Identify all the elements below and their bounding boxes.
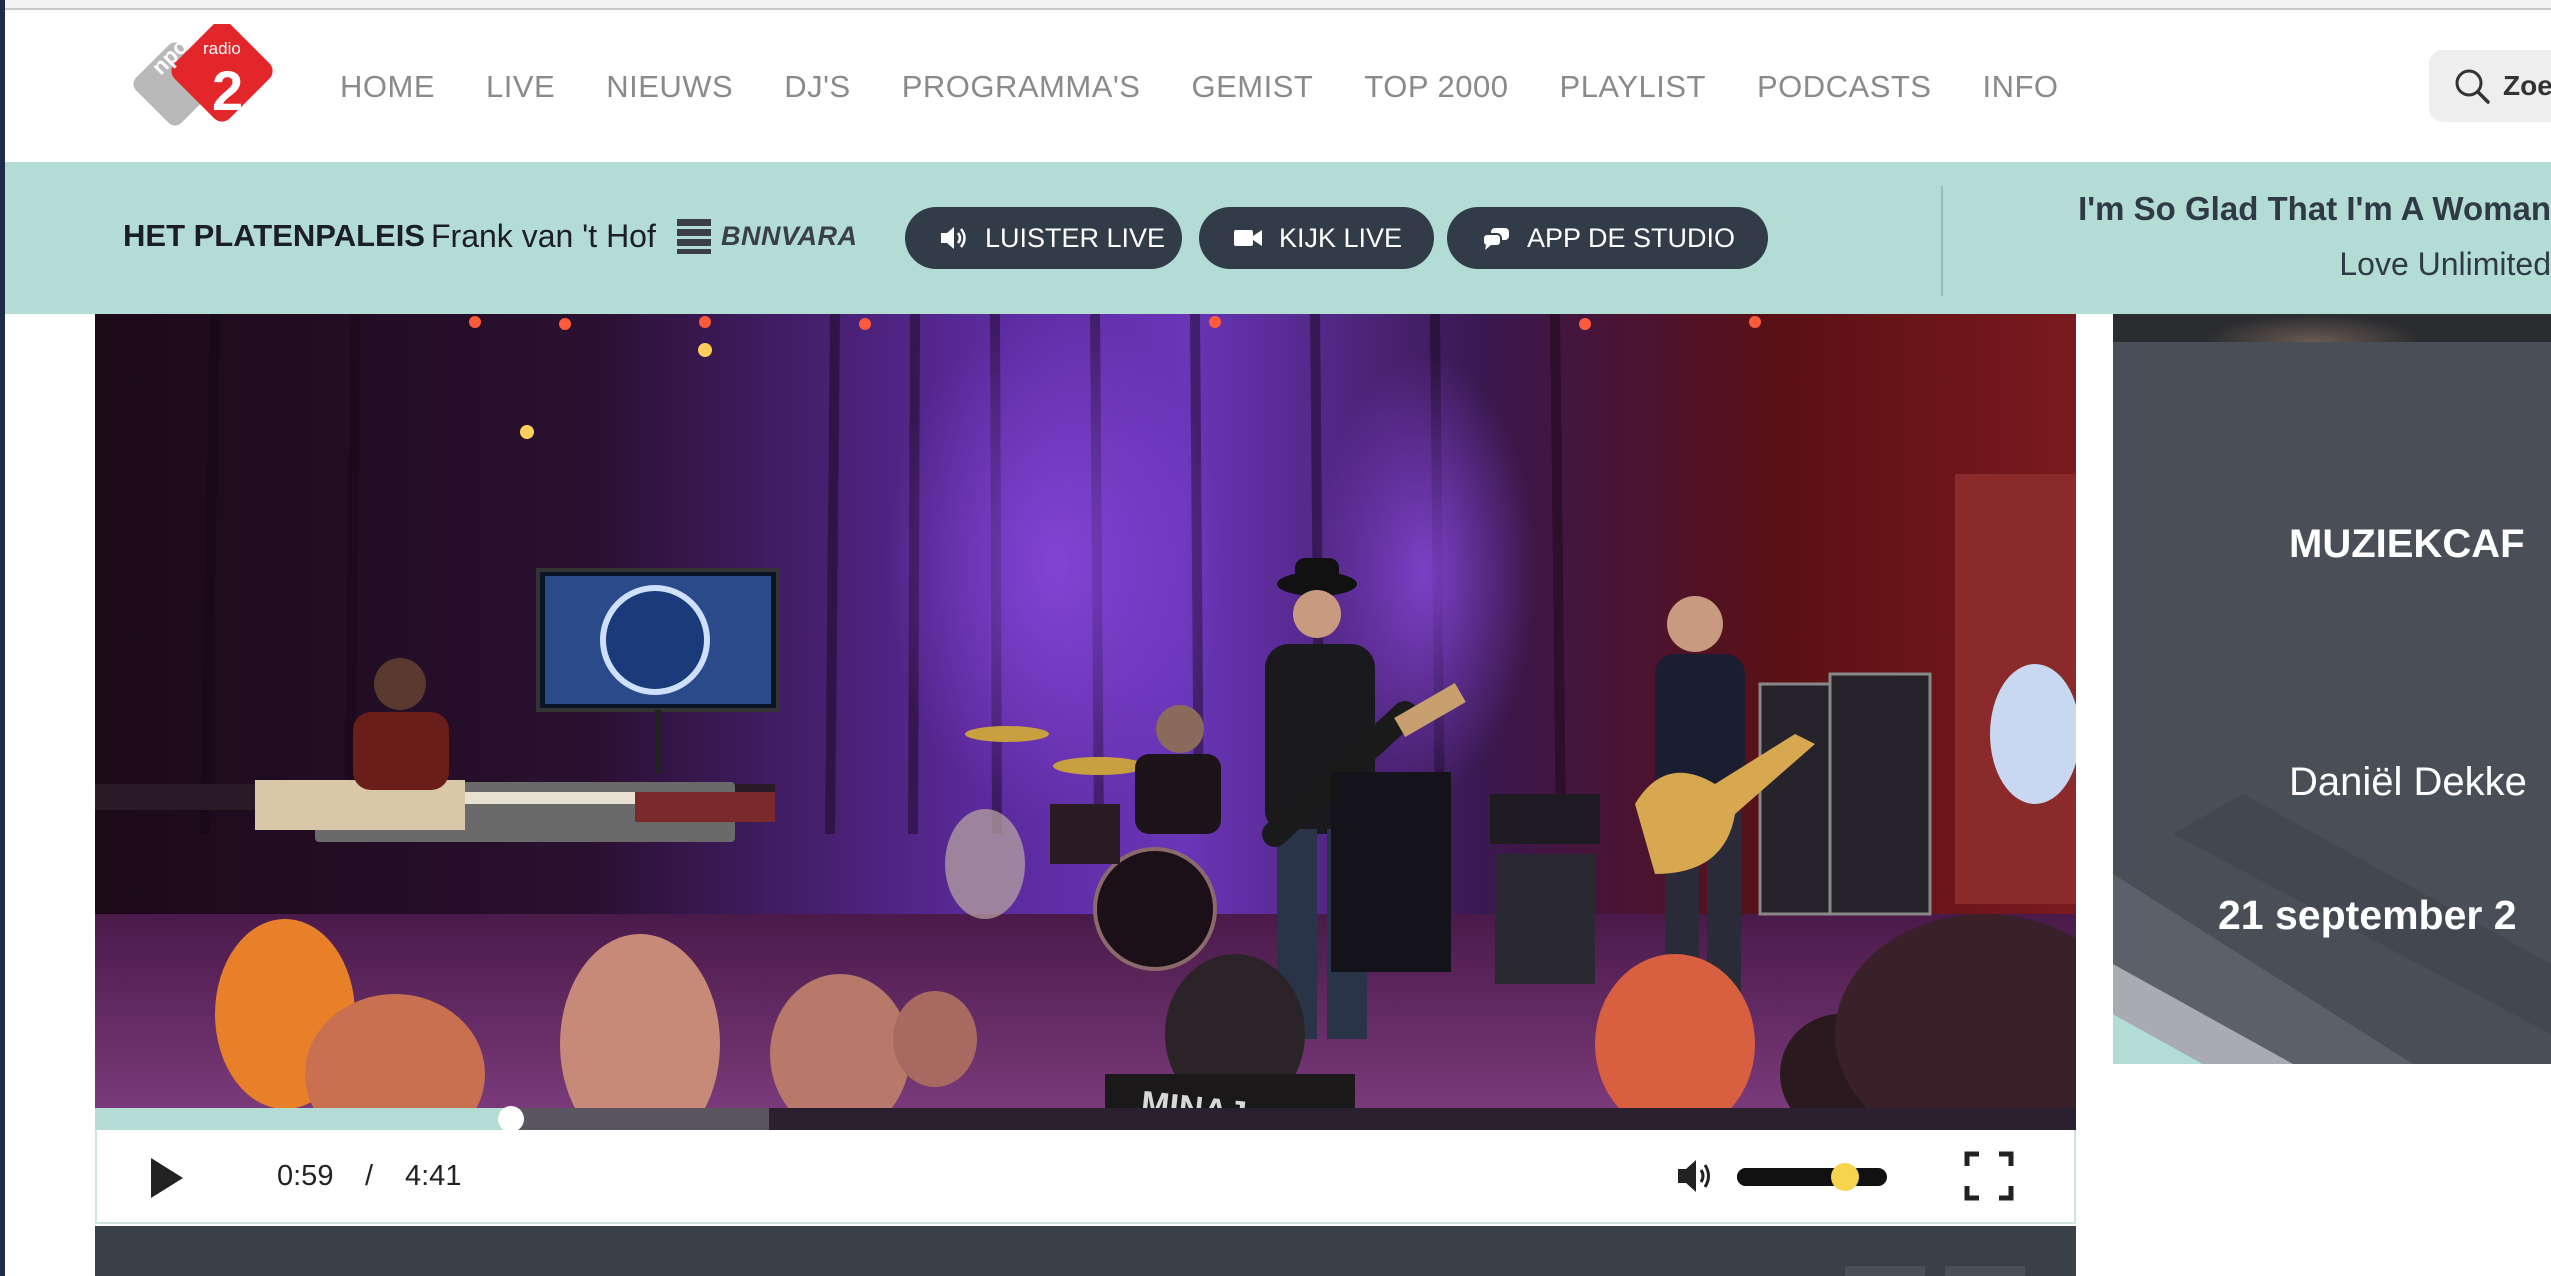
window-top-edge [0,0,2551,10]
nav-item-playlist[interactable]: PLAYLIST [1560,69,1706,105]
bar-divider [1941,186,1943,296]
volume-level [1737,1168,1845,1186]
fullscreen-button[interactable] [1963,1150,2015,1202]
nav-item-top2000[interactable]: TOP 2000 [1364,69,1508,105]
video-camera-icon [1234,230,1262,246]
listen-live-button[interactable]: LUISTER LIVE [905,207,1182,269]
video-frame[interactable]: MINAJ [95,314,2076,1108]
broadcaster-name: BNNVARA [721,220,858,251]
player-footer-strip [95,1226,2076,1276]
nav-item-gemist[interactable]: GEMIST [1191,69,1313,105]
volume-slider[interactable] [1737,1163,1887,1191]
progress-scrubber-handle[interactable] [498,1106,524,1132]
play-button[interactable] [145,1154,189,1202]
mute-button[interactable] [1674,1154,1718,1198]
speaker-icon [941,227,966,249]
promo-date: 21 september 2 [2218,892,2517,938]
progress-played [95,1108,511,1130]
fullscreen-icon [1964,1151,2014,1201]
video-progress-bar[interactable] [95,1106,2076,1132]
footer-strip-tab [1845,1266,1925,1276]
time-separator: / [365,1160,374,1192]
current-track-artist[interactable]: Love Unlimited [2339,246,2551,283]
nav-item-programmas[interactable]: PROGRAMMA'S [902,69,1141,105]
promo-stripes-graphic [2113,794,2551,1064]
footer-strip-tab [1945,1266,2025,1276]
chat-bubbles-icon [1482,228,1509,250]
logo-number: 2 [212,59,243,122]
nav-item-nieuws[interactable]: NIEUWS [606,69,733,105]
npo-radio2-logo[interactable]: npo radio 2 [125,20,290,144]
play-icon [151,1158,183,1198]
now-playing-bar: HET PLATENPALEIS Frank van 't Hof BNNVAR… [5,162,2551,314]
logo-radio-text: radio [203,39,241,58]
broadcaster-logo: BNNVARA [675,216,858,256]
watch-live-button[interactable]: KIJK LIVE [1199,207,1434,269]
bnnvara-stripes-icon [677,219,711,254]
app-studio-label: APP DE STUDIO [1527,222,1736,253]
concert-video-still: MINAJ [95,314,2076,1108]
search-label: Zoek [2503,70,2551,101]
promo-card[interactable]: MUZIEKCAF Daniël Dekke 21 september 2 [2113,314,2551,1064]
nav-item-live[interactable]: LIVE [486,69,555,105]
site-header: npo radio 2 HOME LIVE NIEUWS DJ'S PROGRA… [5,12,2551,162]
main-nav: HOME LIVE NIEUWS DJ'S PROGRAMMA'S GEMIST… [340,12,2110,162]
nav-item-info[interactable]: INFO [1982,69,2058,105]
current-track-title[interactable]: I'm So Glad That I'm A Woman [2078,190,2551,228]
nav-item-home[interactable]: HOME [340,69,435,105]
watch-live-label: KIJK LIVE [1279,222,1403,253]
volume-icon [1678,1160,1710,1192]
host-name[interactable]: Frank van 't Hof [431,218,656,255]
promo-title: MUZIEKCAF [2289,522,2525,566]
promo-subtitle: Daniël Dekke [2289,760,2527,804]
nav-item-podcasts[interactable]: PODCASTS [1757,69,1932,105]
search-icon [2455,69,2490,104]
nav-item-djs[interactable]: DJ'S [784,69,850,105]
player-controls: 0:59 / 4:41 [95,1130,2076,1224]
total-time: 4:41 [405,1160,462,1192]
app-studio-button[interactable]: APP DE STUDIO [1447,207,1768,269]
show-name[interactable]: HET PLATENPALEIS [123,218,425,254]
current-time: 0:59 [277,1160,334,1192]
volume-slider-handle[interactable] [1831,1163,1859,1191]
search-button[interactable]: Zoek [2429,50,2551,122]
listen-live-label: LUISTER LIVE [985,222,1166,253]
